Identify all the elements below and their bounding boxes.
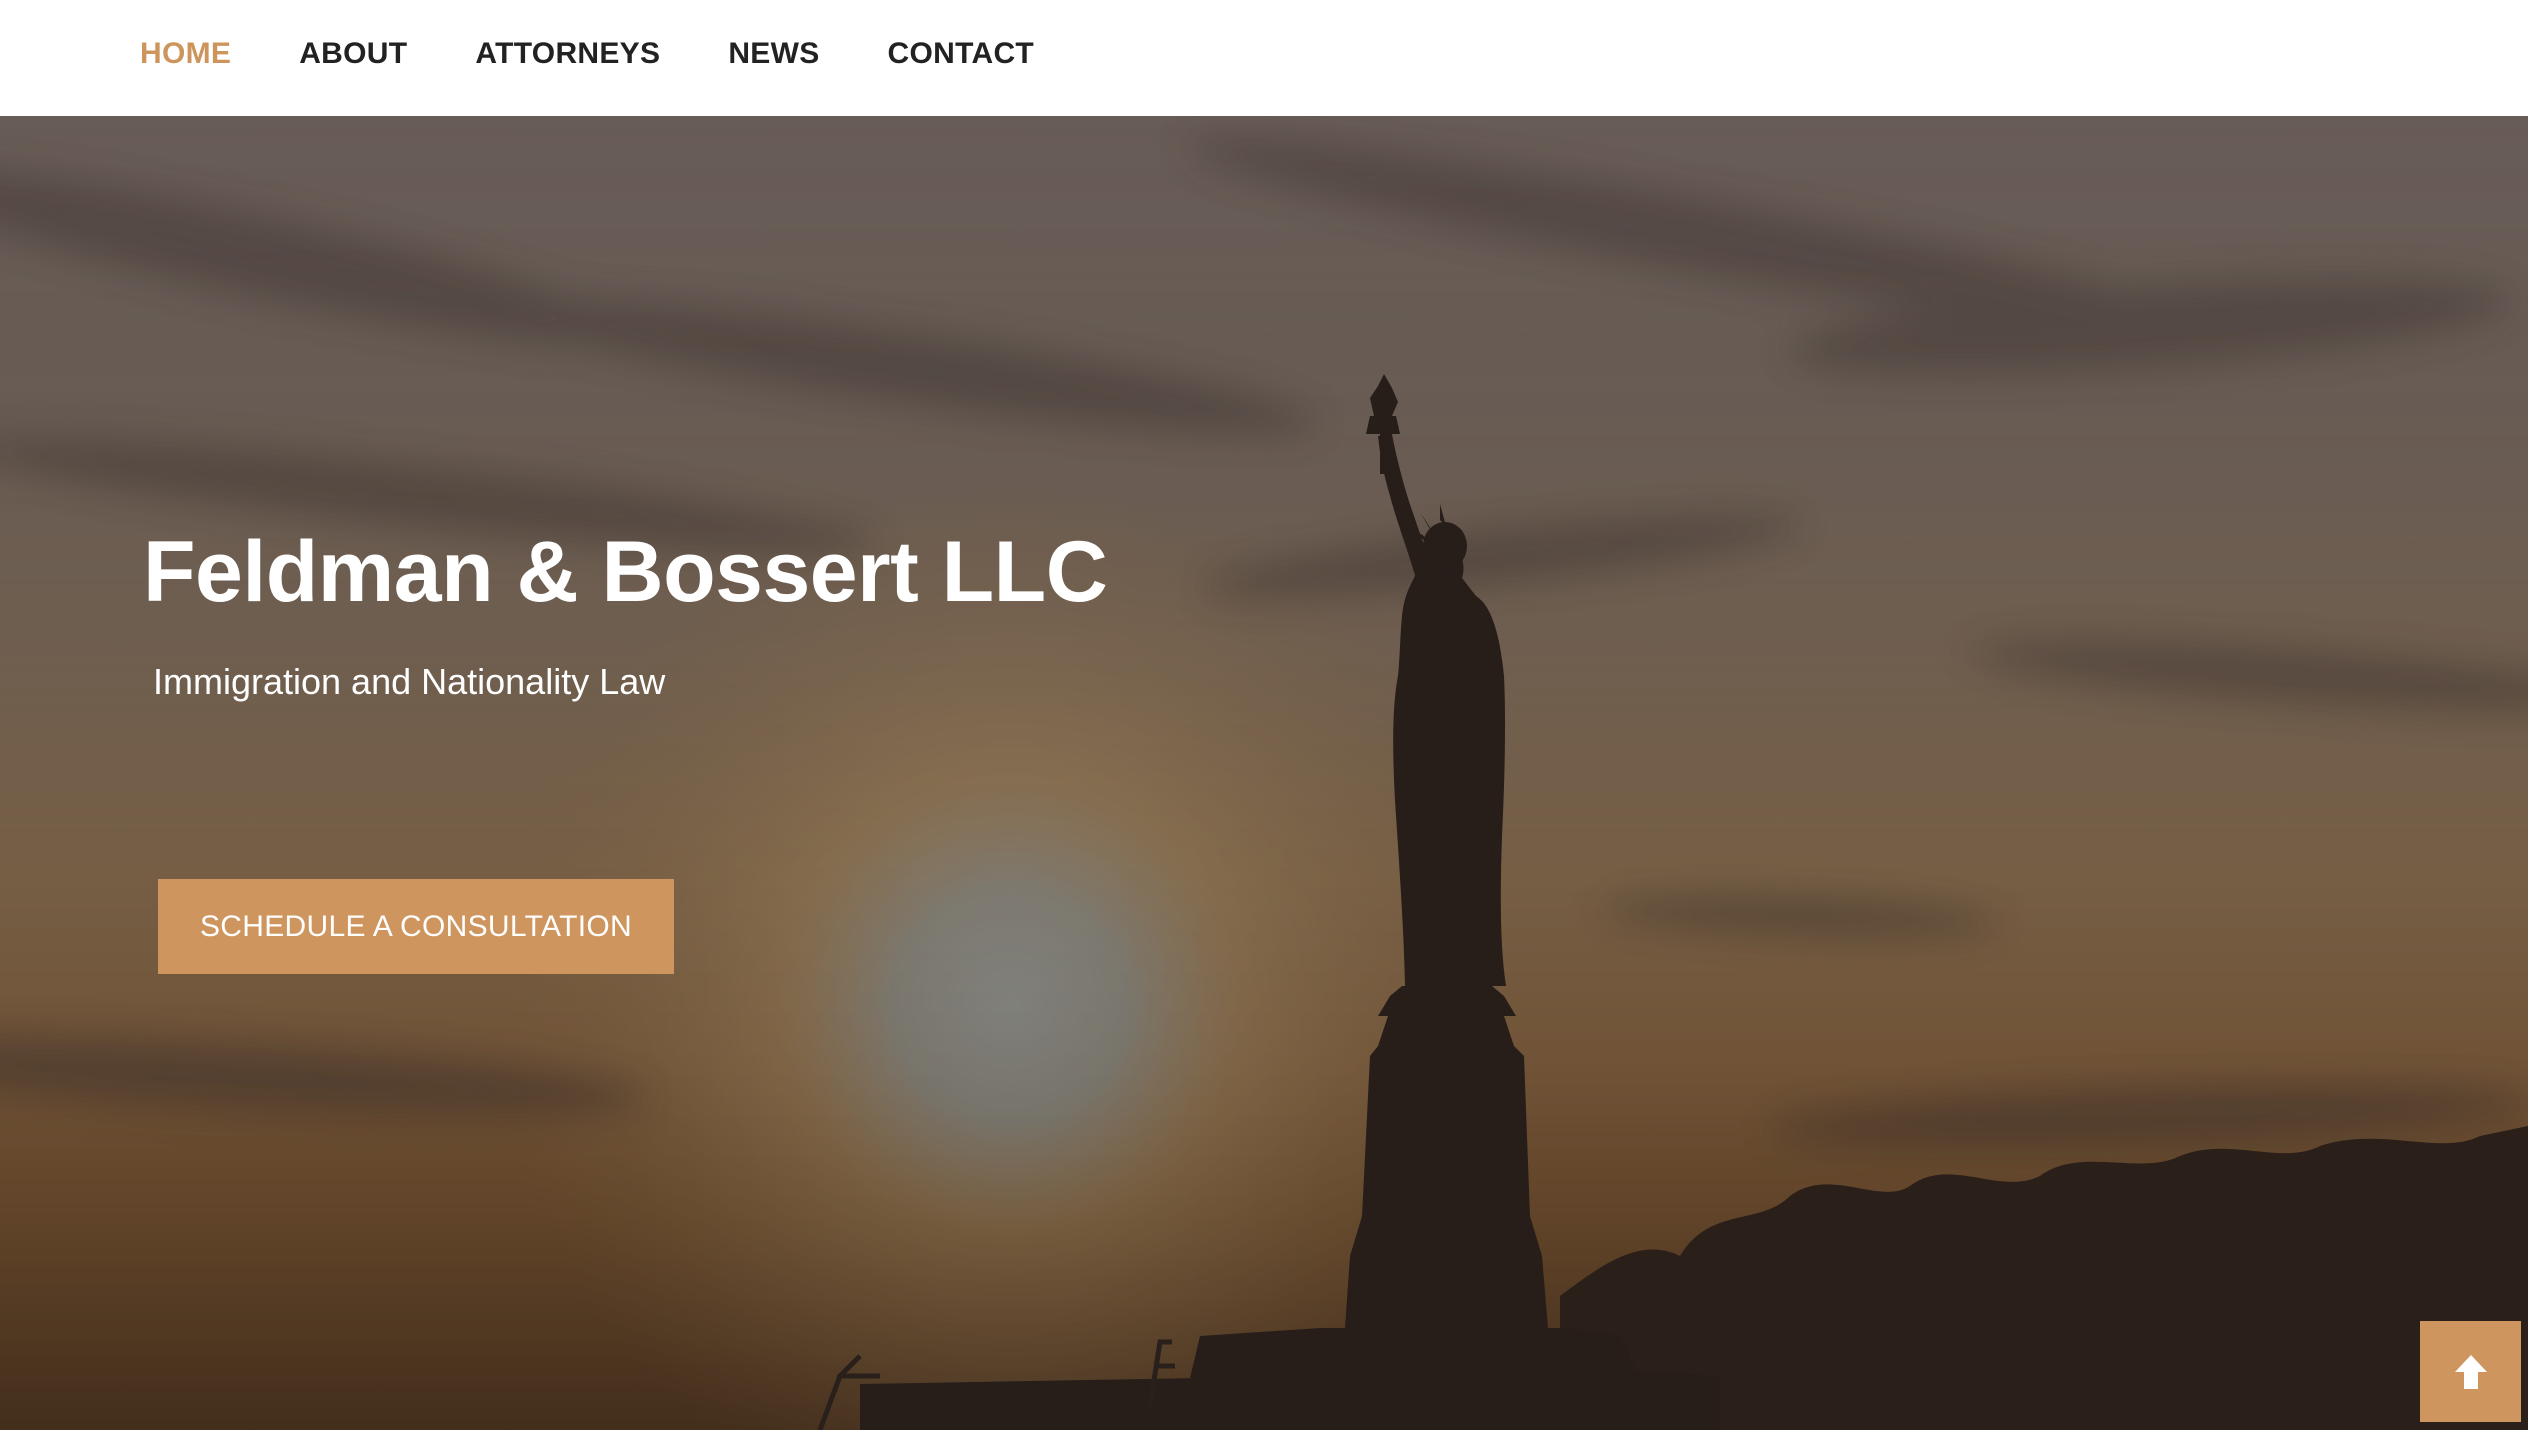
nav-item-about: ABOUT bbox=[299, 37, 407, 71]
top-navigation: HOME ABOUT ATTORNEYS NEWS CONTACT bbox=[0, 0, 2528, 116]
hero-content: Feldman & Bossert LLC Immigration and Na… bbox=[0, 116, 2528, 1430]
nav-link-about[interactable]: ABOUT bbox=[299, 37, 407, 71]
firm-title: Feldman & Bossert LLC bbox=[143, 524, 1108, 620]
nav-item-attorneys: ATTORNEYS bbox=[475, 37, 660, 71]
hero-section: Feldman & Bossert LLC Immigration and Na… bbox=[0, 116, 2528, 1430]
nav-link-attorneys[interactable]: ATTORNEYS bbox=[475, 37, 660, 71]
firm-subtitle: Immigration and Nationality Law bbox=[153, 661, 666, 702]
nav-item-news: NEWS bbox=[728, 37, 819, 71]
scroll-to-top-button[interactable] bbox=[2420, 1321, 2521, 1422]
nav-item-home: HOME bbox=[140, 37, 231, 71]
nav-link-home[interactable]: HOME bbox=[140, 37, 231, 71]
schedule-consultation-button[interactable]: SCHEDULE A CONSULTATION bbox=[158, 879, 674, 974]
nav-link-news[interactable]: NEWS bbox=[728, 37, 819, 71]
nav-menu: HOME ABOUT ATTORNEYS NEWS CONTACT bbox=[140, 0, 1034, 108]
nav-item-contact: CONTACT bbox=[888, 37, 1035, 71]
nav-link-contact[interactable]: CONTACT bbox=[888, 37, 1035, 71]
arrow-up-icon bbox=[2454, 1354, 2487, 1389]
